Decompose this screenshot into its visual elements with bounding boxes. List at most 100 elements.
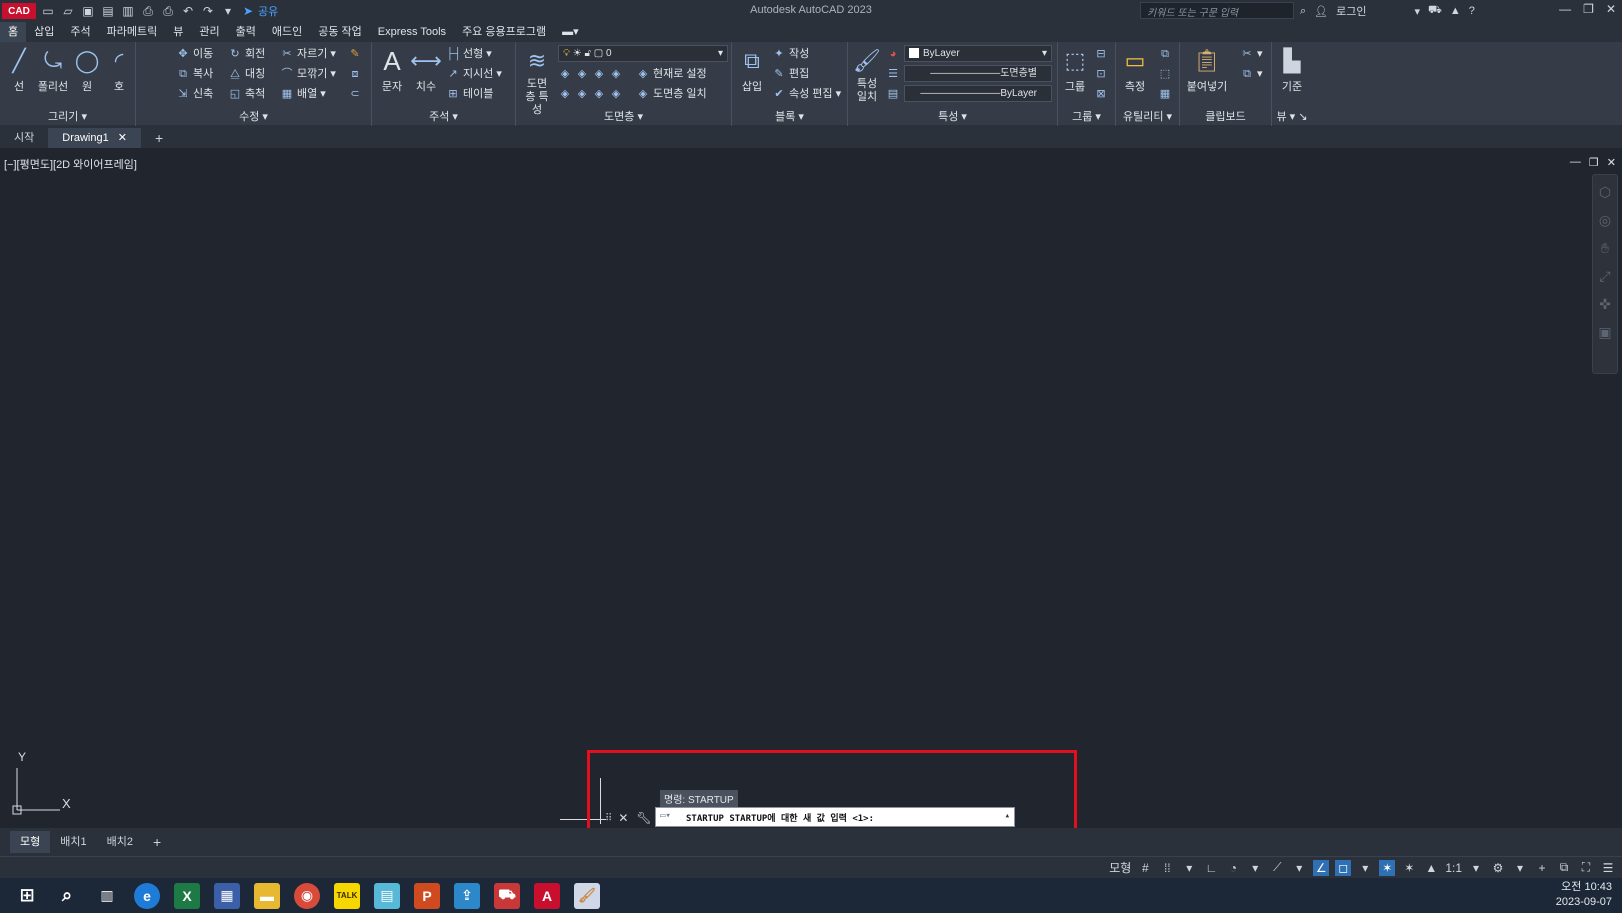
close-tab-icon[interactable]: ✕ <box>118 132 127 144</box>
match-layer-tool[interactable]: ◈ 도면층 일치 <box>636 85 707 103</box>
customize-dropdown-icon[interactable]: ▾ <box>220 3 236 19</box>
mirror-tool[interactable]: ⧋ 대칭 <box>228 65 265 83</box>
stretch-tool[interactable]: ⇲ 신축 <box>176 85 213 103</box>
print-icon[interactable]: ⎙ <box>160 3 176 19</box>
cart-icon[interactable]: ⛟ <box>1428 4 1442 18</box>
tab-model[interactable]: 모형 <box>10 831 51 853</box>
model-space-toggle[interactable]: 모형 <box>1109 859 1131 876</box>
task-view-icon[interactable]: ▥ <box>94 883 120 909</box>
ribbon-minimize-icon[interactable]: ▬▾ <box>554 22 587 42</box>
paste-tool[interactable]: 📋︎ 붙여넣기 <box>1184 46 1230 94</box>
base-view-tool[interactable]: ▙ 기준 <box>1276 46 1308 94</box>
block-panel-title[interactable]: 블록 ▾ <box>732 108 847 124</box>
tab-home[interactable]: 홈 <box>0 22 27 42</box>
search-icon[interactable]: ⌕ <box>1300 5 1306 18</box>
file-explorer-icon[interactable]: ▬ <box>254 882 280 909</box>
object-snap-tracking-icon[interactable]: ∠ <box>1313 859 1330 876</box>
viewport-controls-label[interactable]: [−][평면도][2D 와이어프레임] <box>4 156 137 172</box>
command-recent-icon[interactable]: ▭▾ <box>660 811 671 821</box>
plot-icon[interactable]: ⎙ <box>140 3 156 19</box>
color-dropdown[interactable]: ByLayer ▾ <box>904 45 1052 62</box>
tab-parametric[interactable]: 파라메트릭 <box>99 22 166 42</box>
copy-clip-icon[interactable]: ⧉ ▾ <box>1240 65 1262 83</box>
minimize-icon[interactable]: — <box>1559 2 1571 16</box>
calculator-app-icon[interactable]: ▦ <box>214 882 240 909</box>
steering-wheel-icon[interactable]: ◎ <box>1594 209 1616 231</box>
polyline-tool[interactable]: ⤿ 폴리선 <box>36 46 70 94</box>
tab-drawing1[interactable]: Drawing1 ✕ <box>48 128 141 148</box>
select-all-icon[interactable]: ⬚ <box>1158 65 1175 83</box>
user-icon[interactable]: 👤︎ <box>1314 5 1328 18</box>
isolate-objects-icon[interactable]: ⧉ <box>1556 860 1572 876</box>
color-wheel-icon[interactable]: ◕ <box>886 45 903 63</box>
autodesk-icon[interactable]: ▲ <box>1450 5 1461 17</box>
group-select-icon[interactable]: ⊠ <box>1094 85 1111 103</box>
scale-tool[interactable]: ◱ 축척 <box>228 85 265 103</box>
copy-tool[interactable]: ⧉ 복사 <box>176 65 213 83</box>
measure-tool[interactable]: ▭ 측정 <box>1118 46 1152 94</box>
app-icon[interactable]: ⇪ <box>454 882 480 909</box>
publish-icon[interactable]: ▥ <box>120 3 136 19</box>
notepad-icon[interactable]: ▤ <box>374 882 400 909</box>
tab-output[interactable]: 출력 <box>228 22 264 42</box>
lineweight-dropdown[interactable]: ————————ByLayer <box>904 85 1052 102</box>
new-file-icon[interactable]: ▭ <box>40 3 56 19</box>
cut-icon[interactable]: ✂ ▾ <box>1240 45 1262 63</box>
layer-tools-row1[interactable]: ◈ ◈ ◈ ◈ <box>558 65 626 83</box>
linetype-dropdown[interactable]: ———————도면층별 <box>904 65 1052 82</box>
tab-insert[interactable]: 삽입 <box>26 22 62 42</box>
properties-panel-title[interactable]: 특성 ▾ <box>848 108 1057 124</box>
clipboard-panel-title[interactable]: 클립보드 <box>1180 108 1271 124</box>
isodraft-dropdown-icon[interactable]: ▾ <box>1291 860 1307 876</box>
undo-icon[interactable]: ↶ <box>180 3 196 19</box>
draw-panel-title[interactable]: 그리기 ▾ <box>0 108 135 124</box>
tab-express-tools[interactable]: Express Tools <box>370 22 454 42</box>
dimension-tool[interactable]: ⟷ 치수 <box>410 46 442 94</box>
erase-icon[interactable]: ✎ <box>348 45 365 63</box>
workspace-gear-icon[interactable]: ⚙ <box>1490 860 1506 876</box>
command-grip-icon[interactable]: ⠿ <box>605 813 612 824</box>
insert-block-tool[interactable]: ⧉ 삽입 <box>736 46 768 94</box>
auto-scale-icon[interactable]: ✶ <box>1401 860 1417 876</box>
isodraft-icon[interactable]: ⟋ <box>1269 860 1285 876</box>
share-label[interactable]: 공유 <box>258 3 278 19</box>
login-dropdown-icon[interactable]: ▾ <box>1415 5 1421 18</box>
excel-icon[interactable]: X <box>174 882 200 909</box>
move-tool[interactable]: ✥ 이동 <box>176 45 213 63</box>
search-input[interactable]: 키워드 또는 구문 입력 <box>1140 2 1294 19</box>
calculator-icon[interactable]: ▦ <box>1158 85 1175 103</box>
powerpoint-icon[interactable]: P <box>414 882 440 909</box>
utilities-panel-title[interactable]: 유틸리티 ▾ <box>1116 108 1179 124</box>
array-tool[interactable]: ▦ 배열 ▾ <box>280 85 326 103</box>
command-close-icon[interactable]: ✕ <box>618 811 628 825</box>
tab-start[interactable]: 시작 <box>0 128 48 148</box>
tab-annotate[interactable]: 주석 <box>62 22 98 42</box>
leader-tool[interactable]: ↗ 지시선 ▾ <box>446 65 502 83</box>
save-as-icon[interactable]: ▤ <box>100 3 116 19</box>
layer-tools-row2[interactable]: ◈ ◈ ◈ ◈ <box>558 85 626 103</box>
viewport-close-icon[interactable]: ✕ <box>1607 156 1616 169</box>
line-tool[interactable]: ╱ 선 <box>4 46 34 94</box>
kakaotalk-icon[interactable]: TALK <box>334 882 360 909</box>
view-panel-title[interactable]: 뷰 ▾ ↘ <box>1272 108 1312 124</box>
tab-addins[interactable]: 애드인 <box>264 22 310 42</box>
linetype-icon[interactable]: ☰ <box>886 65 903 83</box>
windows-start-icon[interactable]: ⊞ <box>14 883 40 909</box>
text-tool[interactable]: A 문자 <box>376 46 408 94</box>
explode-icon[interactable]: ⧈ <box>348 65 365 83</box>
command-history-toggle-icon[interactable]: ▴ <box>1005 811 1010 821</box>
table-tool[interactable]: ⊞ 테이블 <box>446 85 493 103</box>
annotation-panel-title[interactable]: 주석 ▾ <box>372 108 515 124</box>
create-block-tool[interactable]: ✦ 작성 <box>772 45 809 63</box>
zoom-extents-icon[interactable]: ⤢ <box>1594 265 1616 287</box>
group-tool[interactable]: ⬚ 그룹 <box>1060 46 1090 94</box>
restore-icon[interactable]: ❐ <box>1583 2 1594 16</box>
customize-menu-icon[interactable]: ☰ <box>1600 860 1616 876</box>
annotation-visibility-icon[interactable]: ✶ <box>1379 859 1396 876</box>
object-snap-dropdown-icon[interactable]: ▾ <box>1357 860 1373 876</box>
login-button[interactable]: 로그인 <box>1336 3 1366 19</box>
scale-dropdown-icon[interactable]: ▾ <box>1468 860 1484 876</box>
add-layout-button[interactable]: + <box>143 831 171 853</box>
share-icon[interactable]: ➤ <box>240 3 256 19</box>
showmotion-icon[interactable]: ▣ <box>1594 321 1616 343</box>
